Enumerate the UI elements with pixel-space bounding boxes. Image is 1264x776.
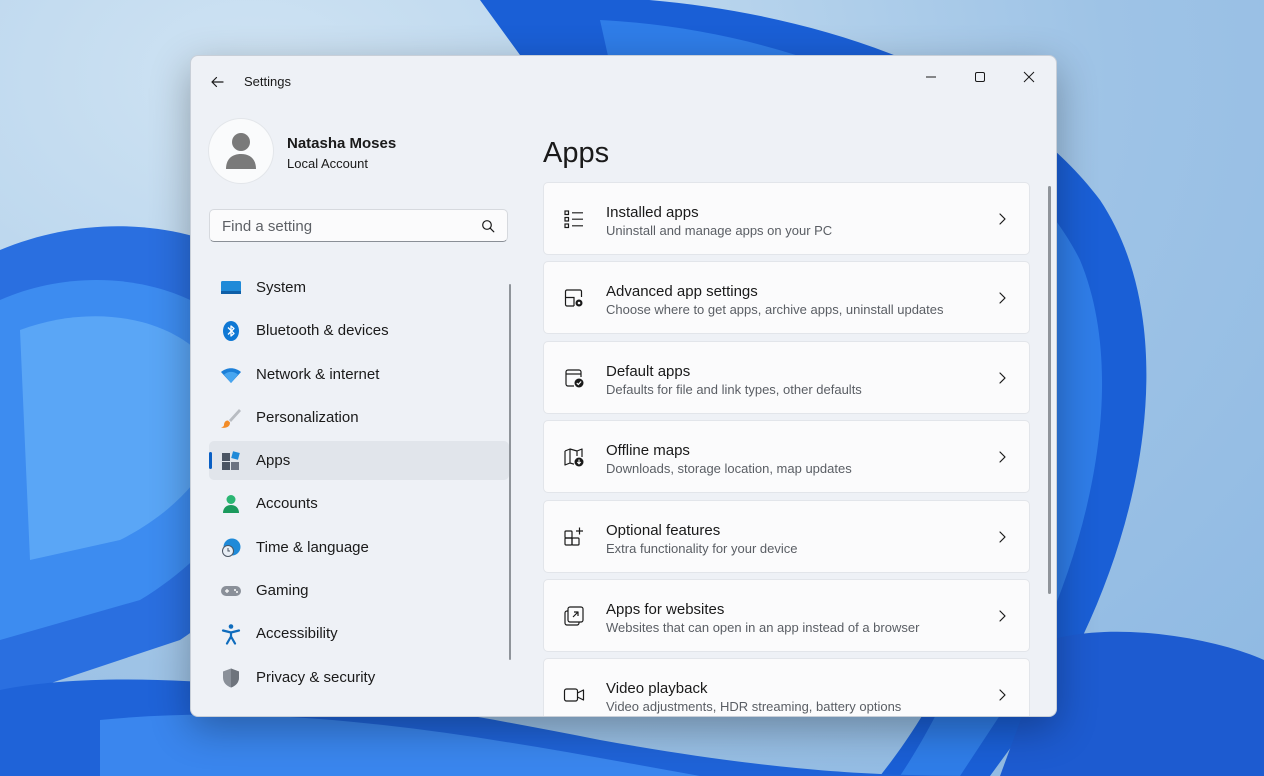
sidebar-item-gaming[interactable]: Gaming — [209, 571, 509, 610]
card-title: Advanced app settings — [606, 283, 758, 301]
chevron-right-icon — [999, 292, 1006, 304]
sidebar-item-bluetooth[interactable]: Bluetooth & devices — [209, 311, 509, 350]
chevron-right-icon — [999, 689, 1006, 701]
globe-clock-icon — [222, 538, 241, 557]
card-default-apps[interactable]: Default apps Defaults for file and link … — [543, 340, 1030, 414]
card-advanced-app-settings[interactable]: Advanced app settings Choose where to ge… — [543, 261, 1030, 335]
sidebar-item-label: Time & language — [256, 538, 369, 556]
page-title: Apps — [543, 137, 610, 170]
main-scrollbar[interactable] — [1048, 186, 1051, 594]
list-icon — [564, 210, 583, 229]
card-title: Apps for websites — [606, 600, 725, 618]
card-title: Default apps — [606, 362, 691, 380]
settings-card-list: Installed apps Uninstall and manage apps… — [543, 182, 1030, 716]
user-avatar-icon — [226, 133, 256, 169]
sidebar-item-privacy-security[interactable]: Privacy & security — [209, 658, 509, 697]
sidebar-item-label: System — [256, 279, 307, 296]
wifi-icon — [221, 367, 241, 383]
search-input[interactable] — [220, 210, 474, 243]
chevron-right-icon — [999, 372, 1006, 384]
card-description: Downloads, storage location, map updates — [606, 461, 852, 477]
sidebar-item-label: Personalization — [256, 408, 359, 426]
video-icon — [563, 688, 585, 702]
selection-indicator — [209, 452, 212, 470]
window-title: Settings — [244, 74, 291, 89]
card-description: Choose where to get apps, archive apps, … — [606, 302, 944, 318]
sidebar-item-accessibility[interactable]: Accessibility — [209, 614, 509, 653]
map-download-icon — [564, 448, 584, 467]
default-apps-icon — [565, 369, 584, 388]
back-button[interactable] — [205, 70, 229, 94]
card-optional-features[interactable]: Optional features Extra functionality fo… — [543, 499, 1030, 573]
chevron-right-icon — [999, 610, 1006, 622]
sidebar-item-network[interactable]: Network & internet — [209, 355, 509, 394]
settings-window: Settings Natasha Moses Local Account Fin… — [190, 55, 1057, 717]
card-description: Websites that can open in an app instead… — [606, 619, 920, 635]
title-bar: Settings — [191, 56, 1056, 106]
search-box[interactable] — [209, 209, 508, 243]
minimize-icon — [926, 76, 936, 78]
card-description: Video adjustments, HDR streaming, batter… — [606, 699, 902, 715]
sidebar-item-personalization[interactable]: Personalization — [209, 398, 509, 437]
maximize-icon — [975, 72, 985, 82]
sidebar-scrollbar[interactable] — [509, 284, 511, 660]
card-title: Installed apps — [606, 204, 699, 221]
add-feature-icon — [564, 527, 583, 546]
minimize-button[interactable] — [908, 62, 954, 92]
app-settings-icon — [564, 289, 583, 307]
close-icon — [1023, 71, 1035, 83]
system-icon — [221, 281, 241, 294]
maximize-button[interactable] — [957, 62, 1003, 92]
search-icon[interactable] — [481, 219, 495, 233]
shield-icon — [223, 668, 239, 688]
card-description: Defaults for file and link types, other … — [606, 381, 862, 397]
close-button[interactable] — [1006, 62, 1052, 92]
card-offline-maps[interactable]: Offline maps Downloads, storage location… — [543, 420, 1030, 494]
card-apps-for-websites[interactable]: Apps for websites Websites that can open… — [543, 578, 1030, 652]
sidebar-item-label: Apps — [256, 452, 291, 470]
user-name: Natasha Moses — [287, 135, 397, 152]
brush-icon — [221, 408, 241, 428]
apps-icon — [222, 451, 240, 471]
card-description: Uninstall and manage apps on your PC — [606, 223, 833, 238]
card-description: Extra functionality for your device — [606, 540, 798, 556]
sidebar-item-apps[interactable]: Apps — [209, 441, 509, 481]
card-installed-apps[interactable]: Installed apps Uninstall and manage apps… — [543, 182, 1030, 255]
chevron-right-icon — [999, 451, 1006, 463]
sidebar-item-label: Network & internet — [256, 365, 380, 383]
open-in-app-icon — [564, 606, 584, 626]
card-video-playback[interactable]: Video playback Video adjustments, HDR st… — [543, 658, 1030, 716]
sidebar-item-accounts[interactable]: Accounts — [209, 484, 509, 523]
chevron-right-icon — [999, 213, 1006, 225]
sidebar-item-time-language[interactable]: Time & language — [209, 528, 509, 567]
sidebar-nav: System Bluetooth & devices Network & int… — [209, 268, 509, 701]
accessibility-icon — [221, 624, 241, 645]
sidebar-item-label: Accounts — [256, 495, 318, 513]
sidebar-item-system[interactable]: System — [209, 268, 509, 307]
card-title: Offline maps — [606, 442, 690, 460]
card-title: Video playback — [606, 680, 708, 698]
back-arrow-icon — [211, 76, 224, 88]
avatar — [209, 119, 273, 183]
sidebar-item-label: Accessibility — [256, 625, 338, 643]
sidebar-item-label: Bluetooth & devices — [256, 322, 389, 340]
bluetooth-icon — [223, 321, 239, 342]
account-type: Local Account — [287, 156, 368, 171]
person-icon — [223, 495, 239, 514]
card-title: Optional features — [606, 521, 721, 539]
sidebar-item-label: Privacy & security — [256, 668, 376, 686]
gamepad-icon — [221, 586, 241, 597]
sidebar-item-label: Gaming — [256, 582, 309, 600]
chevron-right-icon — [999, 530, 1006, 543]
user-profile[interactable]: Natasha Moses Local Account — [209, 119, 509, 183]
